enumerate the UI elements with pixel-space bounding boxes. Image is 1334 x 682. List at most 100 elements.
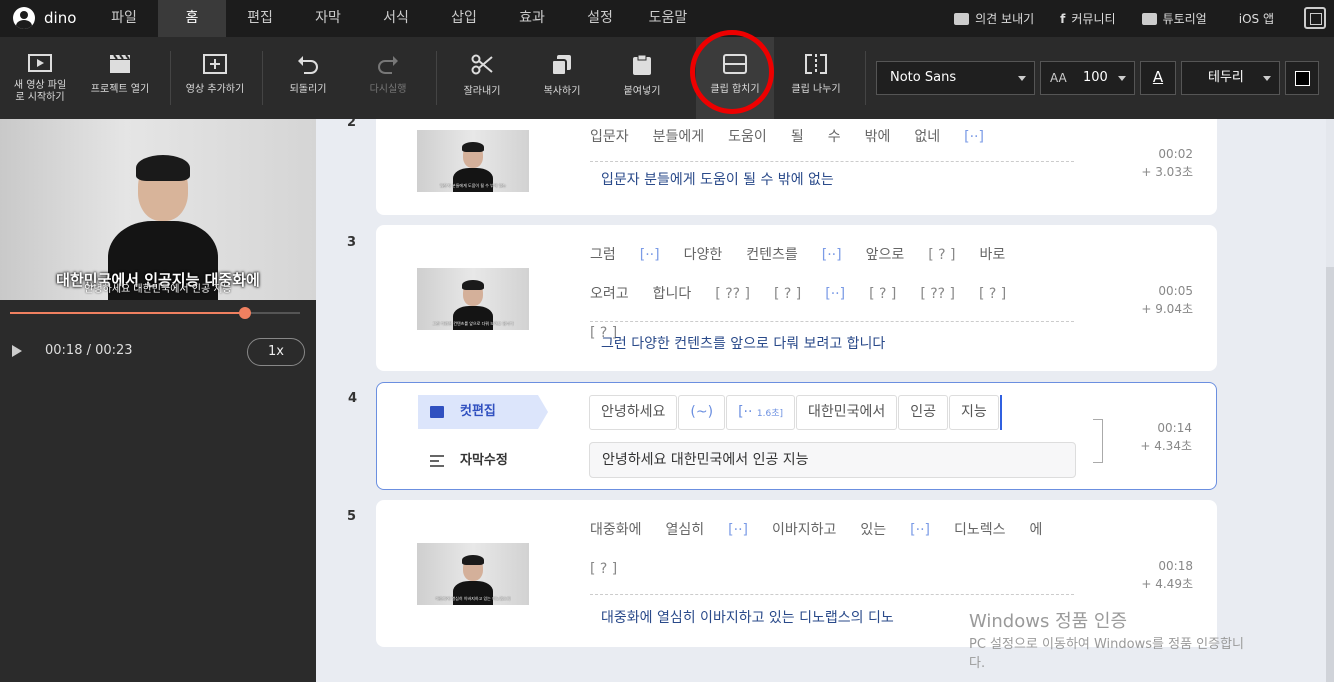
word-token[interactable]: 도움이 [728, 119, 767, 157]
word-token[interactable]: 분들에게 [653, 119, 705, 157]
video-preview[interactable]: 대한민국에서 인공지능 대중화에 안녕하세요 대한민국에서 인공 지능 [0, 119, 316, 300]
feedback-link[interactable]: 의견 보내기 [954, 10, 1034, 27]
word-token[interactable]: 에 [1030, 511, 1043, 550]
word-token[interactable]: 바로 [980, 236, 1006, 275]
word-token[interactable]: 그럼 [590, 236, 616, 275]
user-profile[interactable]: dino [13, 7, 76, 29]
menu-item[interactable]: 도움말 [634, 0, 702, 37]
word-token[interactable]: 이바지하고 [772, 511, 836, 550]
clip-sentence[interactable]: 입문자 분들에게 도움이 될 수 밖에 없는 [601, 169, 834, 189]
word-chip[interactable]: 인공 [898, 395, 949, 430]
word-token[interactable]: 될 [791, 119, 804, 157]
speed-button[interactable]: 1x [247, 338, 305, 366]
menu-item[interactable]: 파일 [90, 0, 158, 37]
word-token[interactable]: [··] [822, 236, 842, 275]
word-token[interactable]: [ ? ] [979, 275, 1006, 314]
scrollbar-thumb[interactable] [1326, 267, 1334, 682]
clip-thumbnail[interactable]: 그런 다양한 컨텐츠를 앞으로 다뤄 보려고 합니다 [417, 268, 529, 330]
clip-thumbnail[interactable]: 대중화에 열심히 이바지하고 있는 디노랩스의 [417, 543, 529, 605]
word-chip[interactable]: [·· 1.6초] [726, 395, 795, 430]
border-color-swatch[interactable] [1285, 61, 1319, 95]
word-chip[interactable]: (~) [678, 395, 726, 430]
split-clip-button[interactable]: 클립 나누기 [780, 37, 852, 119]
facebook-icon: f [1060, 11, 1066, 26]
word-chip[interactable]: 대한민국에서 [795, 395, 898, 430]
subtitle-input[interactable]: 안녕하세요 대한민국에서 인공 지능 [589, 442, 1076, 478]
redo-button[interactable]: 다시실행 [353, 37, 423, 119]
clip-sentence[interactable]: 대중화에 열심히 이바지하고 있는 디노랩스의 디노 [601, 607, 894, 627]
new-video-button[interactable]: 새 영상 파일로 시작하기 [5, 37, 75, 119]
undo-label: 되돌리기 [289, 84, 327, 95]
copy-button[interactable]: 복사하기 [527, 37, 597, 119]
border-select[interactable]: 테두리 [1181, 61, 1280, 95]
clip-card-active[interactable]: 4 컷편집 자막수정 안녕하세요 (~) [·· 1.6초] 대한민국에서 인공 지능 안… [348, 382, 1217, 490]
word-token[interactable]: 있는 [860, 511, 886, 550]
word-token[interactable]: [ ? ] [928, 236, 955, 275]
menu-item[interactable]: 삽입 [430, 0, 498, 37]
word-token[interactable]: 없네 [914, 119, 940, 157]
preview-panel: 대한민국에서 인공지능 대중화에 안녕하세요 대한민국에서 인공 지능 00:1… [0, 119, 316, 682]
word-token[interactable]: [ ? ] [590, 550, 617, 589]
menu-item[interactable]: 자막 [294, 0, 362, 37]
clip-card[interactable]: 2 입문자 분들에게 도움이 될 수 밖에 없는 입문자 분들에게 도움이 될 수 밖에 없… [347, 119, 1217, 215]
word-token[interactable]: 열심히 [666, 511, 705, 550]
open-project-label: 프로젝트 열기 [90, 84, 150, 95]
word-token[interactable]: [··] [640, 236, 660, 275]
word-token[interactable]: [ ? ] [774, 275, 801, 314]
word-chip[interactable]: 지능 [949, 395, 999, 430]
menu-item[interactable]: 홈 [158, 0, 226, 37]
word-token[interactable]: 컨텐츠를 [746, 236, 798, 275]
cut-edit-tab[interactable]: 컷편집 [418, 395, 548, 429]
redo-icon [378, 56, 398, 74]
add-video-button[interactable]: 영상 추가하기 [180, 37, 250, 119]
font-size-select[interactable]: AA 100 [1040, 61, 1135, 95]
word-token[interactable]: 오려고 [590, 275, 629, 314]
clip-number: 3 [347, 235, 357, 250]
word-token[interactable]: 앞으로 [866, 236, 905, 275]
menu-item[interactable]: 설정 [566, 0, 634, 37]
video-subtitle-small: 안녕하세요 대한민국에서 인공 지능 [84, 284, 232, 295]
word-token[interactable]: [··] [964, 119, 984, 157]
word-chip[interactable]: 안녕하세요 [589, 395, 678, 430]
word-chip-label: 안녕하세요 [601, 404, 666, 420]
word-token[interactable]: 다양한 [684, 236, 723, 275]
menu-item[interactable]: 서식 [362, 0, 430, 37]
word-token[interactable]: [··] [825, 275, 845, 314]
word-token[interactable]: [ ? ] [869, 275, 896, 314]
clip-thumbnail[interactable]: 입문자 분들에게 도움이 될 수 밖에 없는 [417, 130, 529, 192]
open-project-button[interactable]: 프로젝트 열기 [85, 37, 155, 119]
community-link[interactable]: f 커뮤니티 [1060, 10, 1115, 27]
clip-sentence[interactable]: 그런 다양한 컨텐츠를 앞으로 다뤄 보려고 합니다 [601, 333, 885, 353]
seek-handle[interactable] [238, 307, 251, 319]
font-select[interactable]: Noto Sans [876, 61, 1035, 95]
tutorial-link[interactable]: 튜토리얼 [1141, 10, 1207, 27]
clip-card[interactable]: 3 그런 다양한 컨텐츠를 앞으로 다뤄 보려고 합니다 그럼 [··] 다양한 컨텐… [347, 225, 1217, 371]
seek-bar[interactable] [10, 307, 300, 319]
word-token[interactable]: 합니다 [653, 275, 692, 314]
watermark-line2: 다. [969, 656, 986, 671]
word-token[interactable]: 입문자 [590, 119, 629, 157]
word-token[interactable]: 수 [828, 119, 841, 157]
scrollbar[interactable] [1326, 119, 1334, 682]
menu-item[interactable]: 편집 [226, 0, 294, 37]
word-token[interactable]: [··] [910, 511, 930, 550]
maximize-button[interactable] [1304, 7, 1326, 29]
word-token[interactable]: 디노렉스 [954, 511, 1006, 550]
cut-button[interactable]: 잘라내기 [447, 37, 517, 119]
subtitle-edit-tab[interactable]: 자막수정 [418, 449, 508, 473]
subtitle-edit-label: 자막수정 [460, 453, 508, 468]
word-token[interactable]: [ ?? ] [920, 275, 955, 314]
ios-app-link[interactable]: iOS 앱 [1233, 10, 1274, 27]
thumbnail-caption: 그런 다양한 컨텐츠를 앞으로 다뤄 보려고 합니다 [432, 321, 514, 326]
menu-item[interactable]: 효과 [498, 0, 566, 37]
undo-button[interactable]: 되돌리기 [273, 37, 343, 119]
word-token[interactable]: 밖에 [865, 119, 891, 157]
word-token[interactable]: [··] [728, 511, 748, 550]
word-token[interactable]: [ ?? ] [715, 275, 750, 314]
word-list: 입문자 분들에게 도움이 될 수 밖에 없네 [··] [590, 119, 1070, 157]
paste-button[interactable]: 붙여넣기 [607, 37, 677, 119]
text-color-icon: A [1152, 68, 1164, 86]
word-token[interactable]: 대중화에 [590, 511, 642, 550]
text-color-button[interactable]: A [1140, 61, 1176, 95]
play-icon[interactable] [12, 345, 22, 357]
